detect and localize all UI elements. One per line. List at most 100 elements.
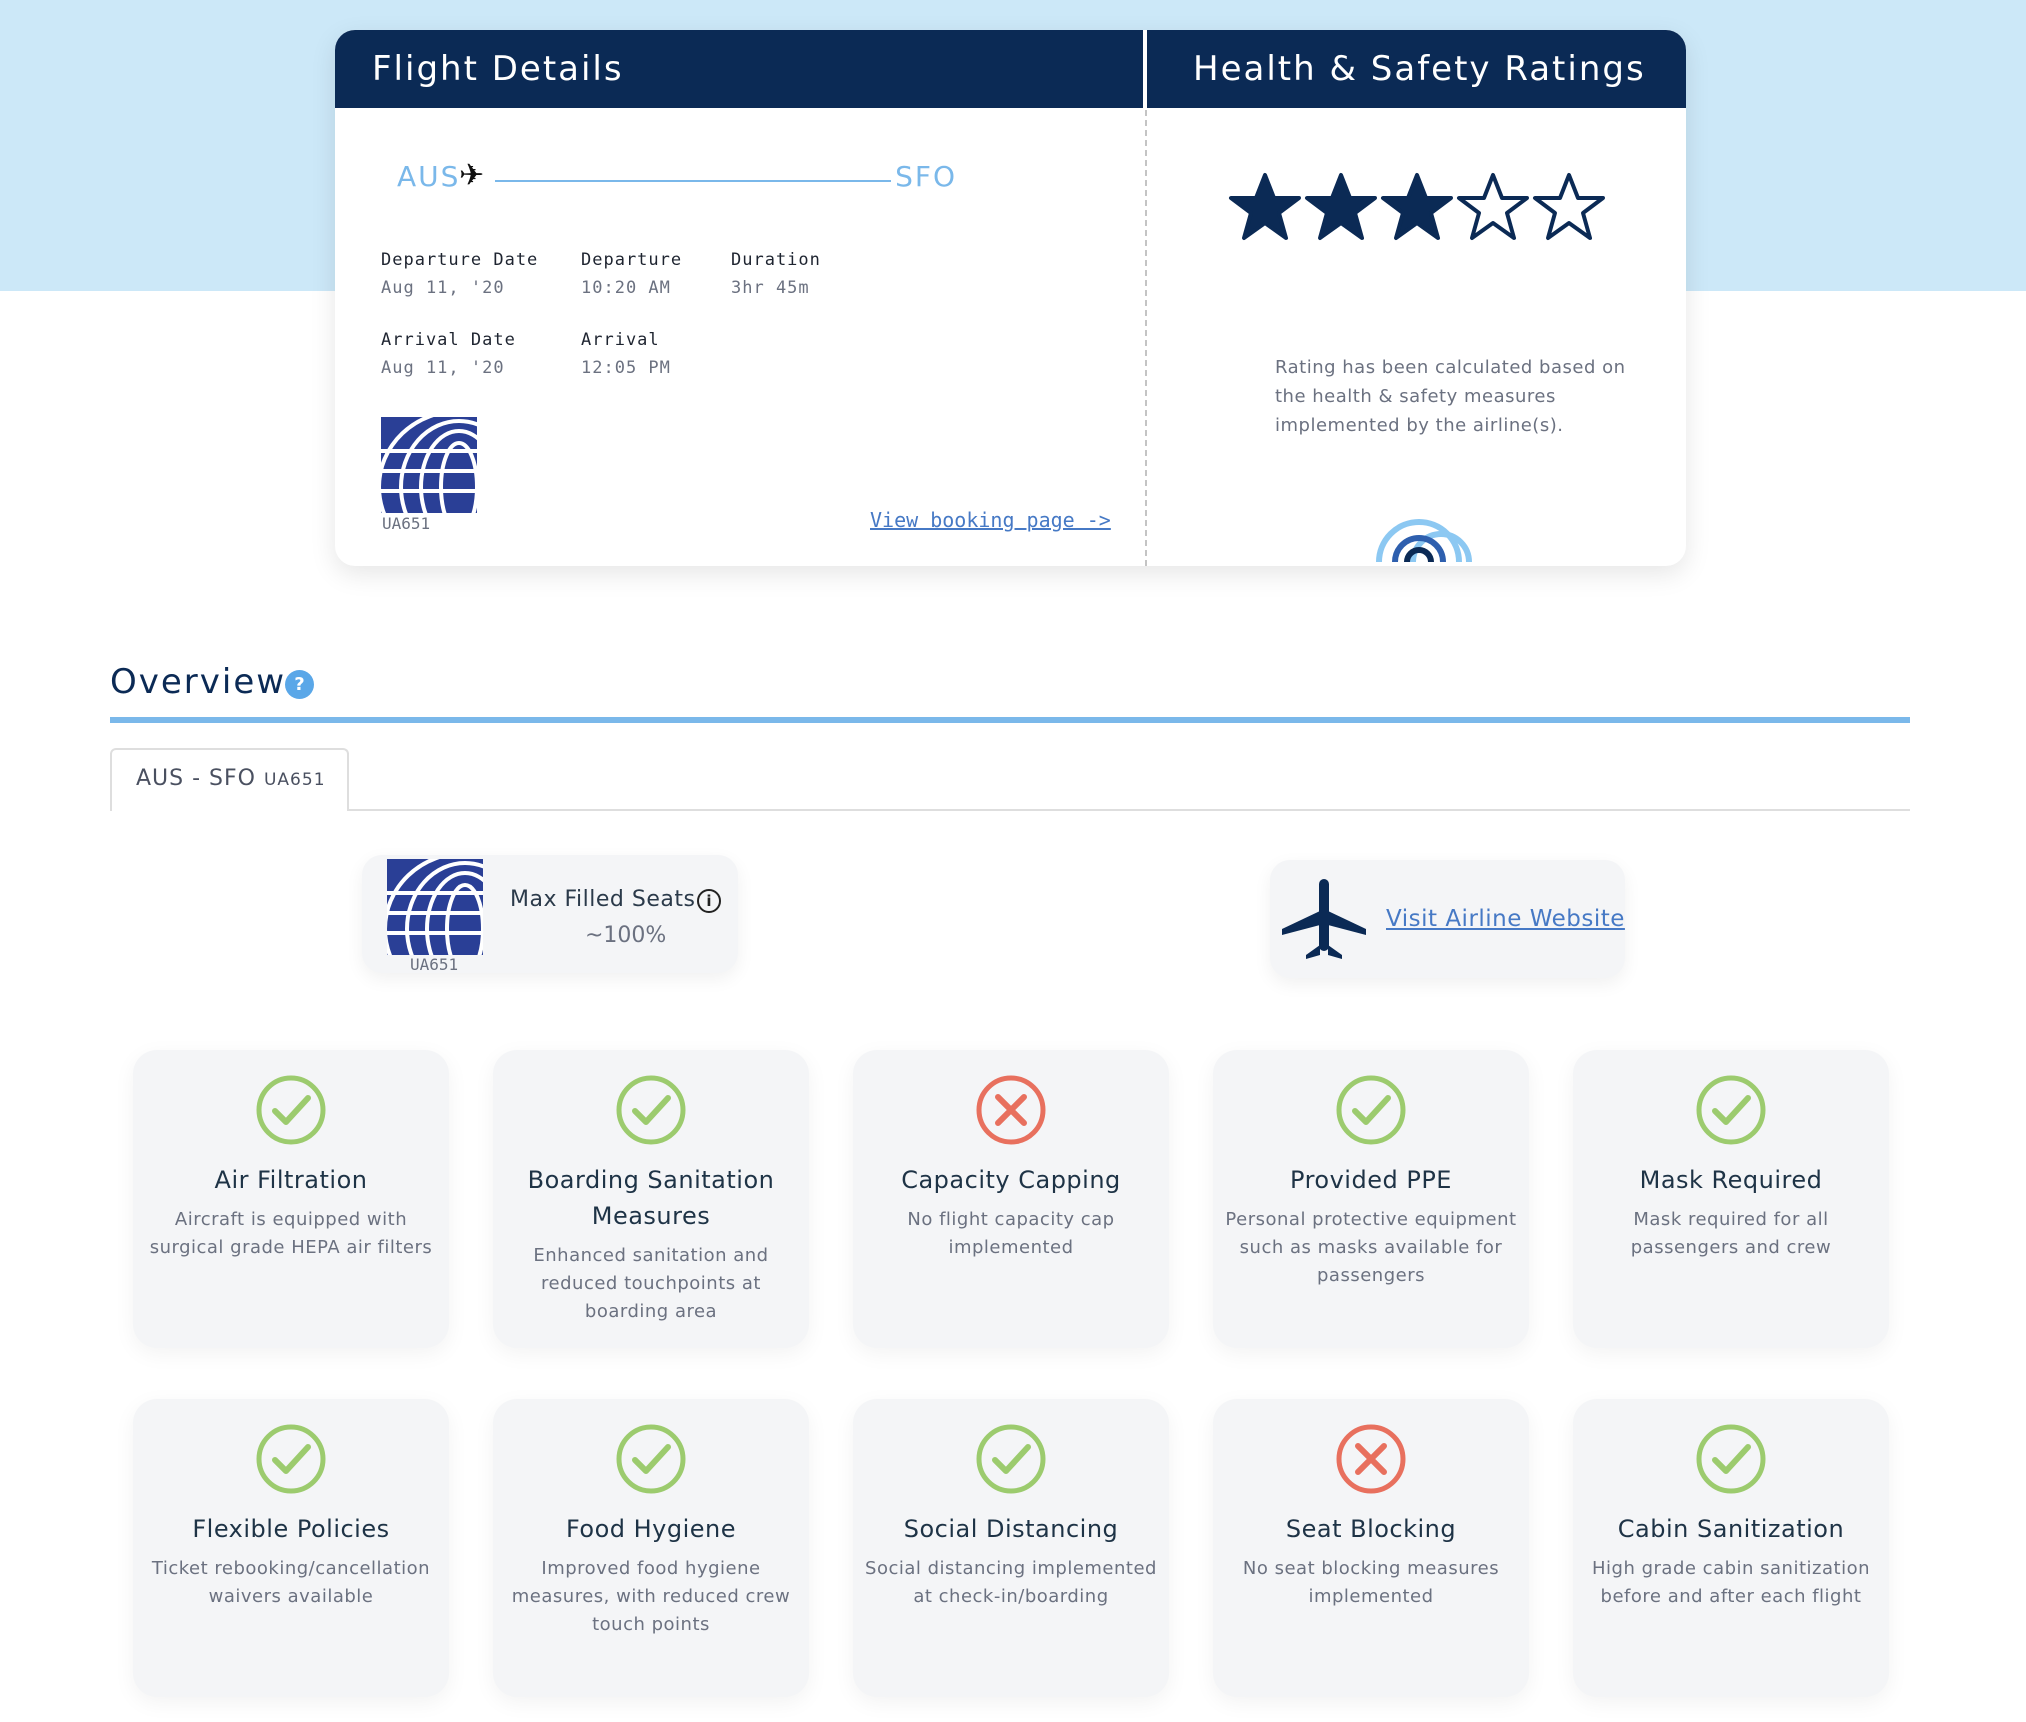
arrival-time-value: 12:05 PM (581, 358, 671, 378)
flight-details-panel: Flight Details AUS ✈ SFO Departure Date … (335, 30, 1145, 566)
measure-title: Mask Required (1639, 1166, 1823, 1194)
measure-card: Social Distancing Social distancing imple… (853, 1399, 1169, 1697)
measure-description: Personal protective equipment such as ma… (1225, 1209, 1517, 1286)
star-filled-icon (1228, 173, 1301, 240)
measure-title: Cabin Sanitization (1617, 1515, 1845, 1543)
check-circle-icon (255, 1423, 327, 1499)
star-rating (1147, 172, 1686, 246)
measure-description: Ticket rebooking/cancellation waivers av… (151, 1558, 431, 1607)
star-filled-icon (1304, 173, 1377, 240)
help-icon[interactable]: ? (285, 670, 314, 699)
info-icon[interactable]: i (697, 889, 721, 913)
airline-logo (387, 859, 483, 955)
measure-description: Improved food hygiene measures, with red… (511, 1558, 791, 1635)
loading-spinner-icon (1373, 510, 1473, 566)
airline-logo (381, 417, 477, 513)
rating-note: Rating has been calculated based on the … (1275, 357, 1626, 436)
check-circle-icon (615, 1423, 687, 1499)
tab-baseline (349, 809, 1910, 811)
measure-description: Enhanced sanitation and reduced touchpoi… (533, 1245, 769, 1322)
max-filled-seats-card: UA651 Max Filled Seats i ~100% (362, 855, 738, 974)
ratings-panel: Health & Safety Ratings Rating has been … (1147, 30, 1686, 566)
measure-body: Provided PPE Personal protective equipmen… (1223, 1162, 1519, 1290)
arrival-date-value: Aug 11, '20 (381, 358, 505, 378)
duration-info: Duration 3hr 45m (731, 250, 821, 298)
measure-body: Seat Blocking No seat blocking measures i… (1223, 1511, 1519, 1611)
overview-divider (110, 717, 1910, 723)
check-circle-icon (1695, 1423, 1767, 1499)
departure-time-label: Departure (581, 250, 683, 270)
measure-description: Aircraft is equipped with surgical grade… (149, 1209, 433, 1258)
measure-card: Food Hygiene Improved food hygiene measur… (493, 1399, 809, 1697)
airplane-icon (1280, 875, 1368, 967)
measure-description: Social distancing implemented at check-i… (865, 1558, 1157, 1607)
route-line (495, 180, 891, 182)
check-circle-icon (1695, 1074, 1767, 1150)
measure-description: No flight capacity cap implemented (907, 1209, 1115, 1258)
measure-body: Boarding Sanitation Measures Enhanced san… (503, 1162, 799, 1326)
flight-details-title: Flight Details (335, 30, 1145, 108)
visit-airline-website-link[interactable]: Visit Airline Website (1386, 906, 1625, 932)
departure-time-value: 10:20 AM (581, 278, 671, 298)
star-empty-icon (1456, 173, 1529, 240)
cross-circle-icon (1335, 1423, 1407, 1499)
measure-body: Air Filtration Aircraft is equipped with … (143, 1162, 439, 1262)
measure-description: No seat blocking measures implemented (1242, 1558, 1500, 1607)
measure-body: Food Hygiene Improved food hygiene measur… (503, 1511, 799, 1639)
max-filled-seats-title: Max Filled Seats (510, 887, 696, 912)
flight-card: Flight Details AUS ✈ SFO Departure Date … (335, 30, 1686, 566)
check-circle-icon (255, 1074, 327, 1150)
measure-body: Social Distancing Social distancing imple… (863, 1511, 1159, 1611)
measure-body: Flexible Policies Ticket rebooking/cancel… (143, 1511, 439, 1611)
route: AUS ✈ SFO (397, 158, 957, 208)
origin-code: AUS (397, 160, 461, 193)
measure-body: Mask Required Mask required for all passe… (1583, 1162, 1879, 1262)
tab-aus-sfo[interactable]: AUS - SFO UA651 (110, 748, 349, 811)
arrival-time-label: Arrival (581, 330, 660, 350)
measure-body: Capacity Capping No flight capacity cap i… (863, 1162, 1159, 1262)
ratings-title: Health & Safety Ratings (1147, 30, 1686, 108)
view-booking-link[interactable]: View booking page -> (870, 508, 1111, 532)
measure-description: Mask required for all passengers and cre… (1630, 1209, 1832, 1258)
measure-card: Capacity Capping No flight capacity cap i… (853, 1050, 1169, 1348)
measure-title: Social Distancing (903, 1515, 1119, 1543)
tab-flight-code: UA651 (263, 770, 326, 790)
measure-card: Mask Required Mask required for all passe… (1573, 1050, 1889, 1348)
check-circle-icon (975, 1423, 1047, 1499)
cross-circle-icon (975, 1074, 1047, 1150)
departure-date-value: Aug 11, '20 (381, 278, 505, 298)
overview-title: Overview (110, 662, 287, 702)
measure-title: Provided PPE (1290, 1166, 1452, 1194)
measure-card: Air Filtration Aircraft is equipped with … (133, 1050, 449, 1348)
seats-flight-code: UA651 (410, 955, 459, 974)
arrival-time-info: Arrival 12:05 PM (581, 330, 671, 378)
tab-route: AUS - SFO (136, 766, 256, 791)
flight-code: UA651 (382, 514, 431, 533)
measure-card: Cabin Sanitization High grade cabin sanit… (1573, 1399, 1889, 1697)
measure-title: Air Filtration (214, 1166, 368, 1194)
check-circle-icon (615, 1074, 687, 1150)
measure-title: Seat Blocking (1285, 1515, 1457, 1543)
measure-title: Flexible Policies (192, 1515, 390, 1543)
duration-label: Duration (731, 250, 821, 270)
arrival-date-info: Arrival Date Aug 11, '20 (381, 330, 516, 378)
departure-date-info: Departure Date Aug 11, '20 (381, 250, 538, 298)
departure-time-info: Departure 10:20 AM (581, 250, 682, 298)
measure-card: Boarding Sanitation Measures Enhanced san… (493, 1050, 809, 1348)
measure-title: Food Hygiene (565, 1515, 737, 1543)
plane-icon: ✈ (459, 158, 485, 193)
departure-date-label: Departure Date (381, 250, 539, 270)
duration-value: 3hr 45m (731, 278, 810, 298)
max-filled-seats-value: ~100% (585, 923, 667, 948)
measure-card: Seat Blocking No seat blocking measures i… (1213, 1399, 1529, 1697)
check-circle-icon (1335, 1074, 1407, 1150)
measure-card: Provided PPE Personal protective equipmen… (1213, 1050, 1529, 1348)
arrival-date-label: Arrival Date (381, 330, 516, 350)
measure-title: Boarding Sanitation Measures (527, 1166, 775, 1230)
measure-description: High grade cabin sanitization before and… (1592, 1558, 1870, 1607)
measure-body: Cabin Sanitization High grade cabin sanit… (1583, 1511, 1879, 1611)
measure-title: Capacity Capping (901, 1166, 1121, 1194)
star-filled-icon (1380, 173, 1453, 240)
measure-card: Flexible Policies Ticket rebooking/cancel… (133, 1399, 449, 1697)
destination-code: SFO (895, 160, 957, 193)
